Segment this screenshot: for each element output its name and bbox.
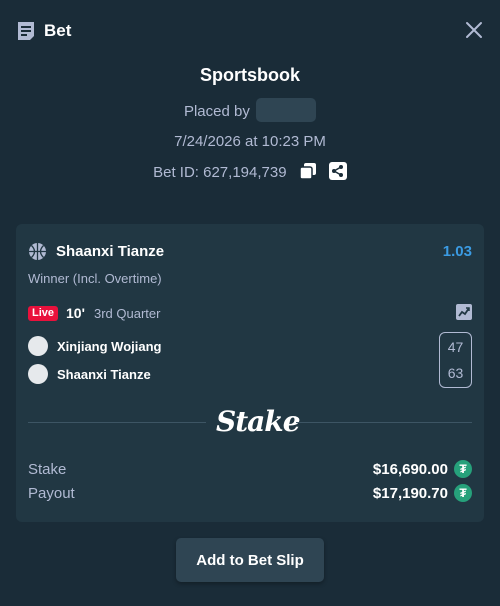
market-name: Winner (Incl. Overtime) [28, 271, 162, 286]
live-row: Live 10' 3rd Quarter [28, 304, 472, 324]
sportsbook-heading: Sportsbook [199, 65, 300, 85]
modal-title: Bet [44, 21, 72, 40]
odds-value: 1.03 [442, 243, 472, 260]
share-icon[interactable] [328, 162, 347, 181]
basketball-icon [29, 243, 46, 260]
stake-logo: Stake [216, 405, 301, 438]
score-home: 47 [447, 339, 464, 355]
divider [296, 422, 472, 423]
bet-date: 7/24/2026 at 10:23 PM [174, 133, 326, 150]
placed-by-label: Placed by [183, 102, 250, 120]
team-logo [28, 336, 48, 356]
stake-value: $16,690.00 [372, 461, 448, 478]
hidden-username [256, 98, 317, 122]
live-minute: 10' [66, 305, 85, 321]
copy-icon[interactable] [298, 162, 317, 180]
placed-by: Placed by [0, 98, 500, 124]
stats-icon[interactable] [456, 304, 472, 320]
tether-icon: ₮ [454, 484, 472, 502]
score-away: 63 [447, 365, 464, 381]
close-icon[interactable] [464, 20, 484, 40]
payout-label: Payout [28, 485, 75, 502]
bet-id-row: Bet ID: 627,194,739 [0, 162, 500, 182]
modal-header: Bet [0, 0, 500, 60]
tether-icon: ₮ [454, 460, 472, 478]
team-name: Xinjiang Wojiang [57, 339, 162, 354]
event-row: Shaanxi Tianze 1.03 [28, 242, 472, 264]
selected-team: Shaanxi Tianze [56, 243, 165, 260]
score-box: 47 63 [439, 332, 472, 388]
team-name: Shaanxi Tianze [57, 367, 151, 382]
live-period: 3rd Quarter [94, 306, 161, 321]
payout-value: $17,190.70 [372, 485, 448, 502]
bet-card: Shaanxi Tianze 1.03 Winner (Incl. Overti… [16, 224, 484, 522]
receipt-icon [18, 22, 34, 40]
stake-label: Stake [28, 461, 67, 478]
bet-id: Bet ID: 627,194,739 [153, 164, 287, 181]
team-logo [28, 364, 48, 384]
payout-row: Payout $17,190.70 ₮ [28, 484, 472, 504]
add-to-bet-slip-button[interactable]: Add to Bet Slip [176, 538, 324, 582]
live-badge: Live [28, 306, 59, 321]
stake-row: Stake $16,690.00 ₮ [28, 460, 472, 480]
divider [28, 422, 206, 423]
